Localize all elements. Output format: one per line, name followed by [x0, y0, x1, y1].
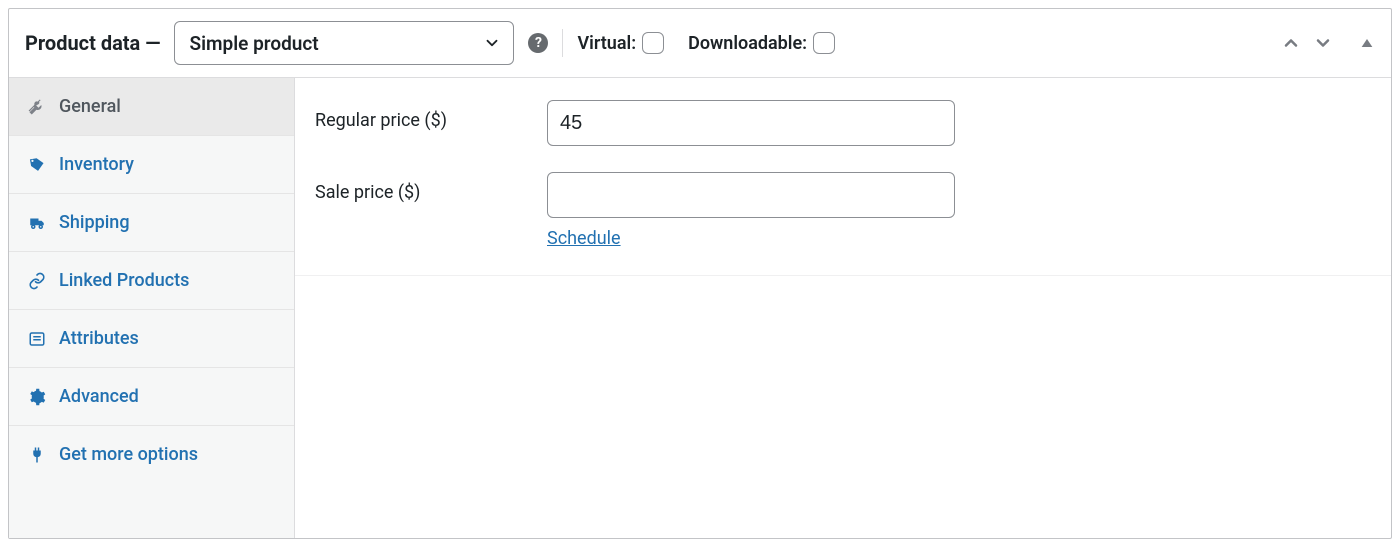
sidebar-item-label: Shipping — [59, 212, 130, 233]
sidebar-item-label: Linked Products — [59, 270, 189, 291]
virtual-label: Virtual: — [577, 33, 636, 54]
collapse-button[interactable] — [1359, 35, 1375, 51]
help-icon[interactable]: ? — [528, 33, 548, 53]
regular-price-row: Regular price ($) — [315, 100, 1371, 146]
product-type-value: Simple product — [189, 32, 318, 55]
sale-price-label: Sale price ($) — [315, 172, 547, 203]
sidebar-item-label: General — [59, 96, 121, 117]
list-icon — [27, 329, 47, 349]
panel-body: General Inventory Shipping Linked Produc… — [9, 78, 1391, 538]
truck-icon — [27, 213, 47, 233]
separator — [562, 29, 563, 57]
move-down-button[interactable] — [1313, 33, 1333, 53]
plug-icon — [27, 445, 47, 465]
regular-price-input[interactable] — [547, 100, 955, 146]
sidebar-item-advanced[interactable]: Advanced — [9, 368, 294, 426]
sidebar-item-get-more-options[interactable]: Get more options — [9, 426, 294, 483]
link-icon — [27, 271, 47, 291]
sidebar-item-shipping[interactable]: Shipping — [9, 194, 294, 252]
virtual-checkbox[interactable] — [642, 32, 664, 54]
sale-price-row: Sale price ($) Schedule — [315, 172, 1371, 249]
downloadable-checkbox[interactable] — [813, 32, 835, 54]
panel-header: Product data — Simple product ? Virtual:… — [9, 9, 1391, 78]
schedule-link[interactable]: Schedule — [547, 228, 621, 249]
panel-title: Product data — — [25, 31, 160, 55]
sidebar-item-label: Get more options — [59, 444, 198, 465]
chevron-down-icon — [483, 34, 501, 52]
divider — [295, 275, 1391, 276]
sidebar-item-label: Advanced — [59, 386, 139, 407]
downloadable-option: Downloadable: — [688, 32, 835, 54]
sidebar: General Inventory Shipping Linked Produc… — [9, 78, 295, 538]
downloadable-label: Downloadable: — [688, 33, 807, 54]
content-area: Regular price ($) Sale price ($) Schedul… — [295, 78, 1391, 538]
gear-icon — [27, 387, 47, 407]
wrench-icon — [27, 97, 47, 117]
move-up-button[interactable] — [1281, 33, 1301, 53]
panel-controls — [1281, 33, 1375, 53]
sidebar-item-linked-products[interactable]: Linked Products — [9, 252, 294, 310]
product-data-panel: Product data — Simple product ? Virtual:… — [8, 8, 1392, 539]
sidebar-item-attributes[interactable]: Attributes — [9, 310, 294, 368]
tag-icon — [27, 155, 47, 175]
sale-price-input[interactable] — [547, 172, 955, 218]
sidebar-item-general[interactable]: General — [9, 78, 294, 136]
sidebar-item-inventory[interactable]: Inventory — [9, 136, 294, 194]
product-type-select[interactable]: Simple product — [174, 21, 514, 65]
sidebar-item-label: Inventory — [59, 154, 134, 175]
regular-price-label: Regular price ($) — [315, 100, 547, 131]
sidebar-item-label: Attributes — [59, 328, 139, 349]
virtual-option: Virtual: — [577, 32, 664, 54]
